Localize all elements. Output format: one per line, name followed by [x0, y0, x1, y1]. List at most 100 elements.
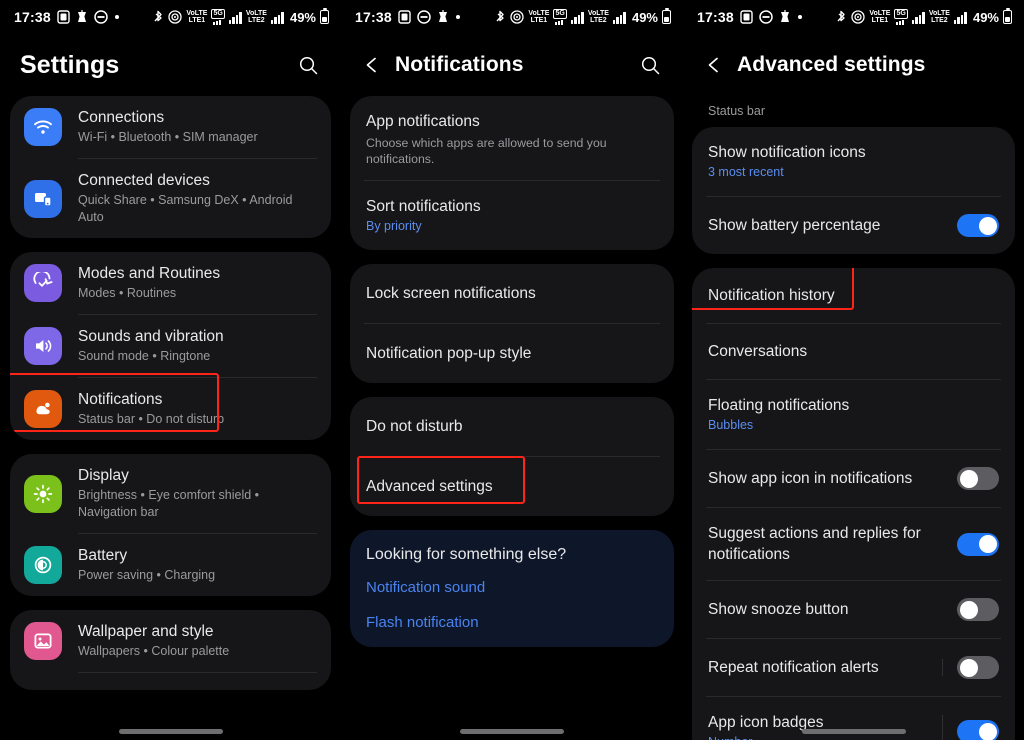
notif-item-sort-notifications[interactable]: Sort notifications By priority: [350, 181, 674, 250]
item-value: Bubbles: [708, 418, 754, 432]
app-notification-icon-2: [438, 10, 447, 22]
settings-item-battery[interactable]: Battery Power saving • Charging: [10, 534, 331, 596]
item-value: 3 most recent: [708, 165, 784, 179]
nav-home-indicator-2[interactable]: [341, 729, 683, 734]
modes-icon: [24, 264, 62, 302]
bluetooth-icon: [154, 10, 163, 21]
item-title: Connections: [78, 109, 165, 126]
item-title: Notification history: [708, 287, 835, 304]
adv-item-repeat-notification-alerts[interactable]: Repeat notification alerts: [692, 639, 1015, 696]
signal-bars-icon: [570, 11, 584, 24]
volte-icon: VoLTE LTE1: [869, 10, 890, 25]
nav-home-indicator-3[interactable]: [683, 729, 1024, 734]
adv-item-show-battery-percentage[interactable]: Show battery percentage: [692, 197, 1015, 254]
notif-item-do-not-disturb[interactable]: Do not disturb: [350, 397, 674, 456]
item-title: Notifications: [78, 391, 163, 408]
5g-label: 5G: [553, 9, 567, 19]
volte2-top-label: VoLTE: [245, 10, 267, 17]
page-title: Advanced settings: [737, 53, 926, 76]
item-title: Show notification icons: [708, 144, 866, 161]
battery-percent-label: 49%: [972, 9, 999, 25]
notif-item-advanced-settings[interactable]: Advanced settings: [350, 457, 674, 516]
status-bar-clock: 17:38: [355, 9, 392, 25]
battery-settings-icon: [24, 546, 62, 584]
promo-link-notification-sound[interactable]: Notification sound: [350, 570, 674, 605]
volte2-top-label: VoLTE: [587, 10, 609, 17]
toggle-repeat-notification-alerts[interactable]: [957, 656, 999, 679]
page-title: Notifications: [395, 53, 524, 76]
search-icon[interactable]: [633, 48, 667, 82]
battery-icon: [1003, 8, 1012, 24]
signal-bars-icon: [911, 11, 925, 24]
settings-item-sounds-and-vibration[interactable]: Sounds and vibration Sound mode • Ringto…: [10, 315, 331, 377]
advanced-group-status-bar: Show notification icons 3 most recent Sh…: [692, 127, 1015, 254]
battery-percent-label: 49%: [631, 9, 658, 25]
volte2-top-label: VoLTE: [928, 10, 950, 17]
volte-icon-2: VoLTE LTE2: [246, 10, 267, 25]
5g-label: 5G: [211, 9, 225, 19]
search-icon[interactable]: [291, 48, 325, 82]
item-subtitle: Sound mode • Ringtone: [78, 349, 211, 363]
nav-home-indicator-1[interactable]: [0, 729, 341, 734]
settings-item-display[interactable]: Display Brightness • Eye comfort shield …: [10, 454, 331, 533]
status-bar-right-1: VoLTE LTE1 5G VoLTE LTE2 49%: [153, 8, 329, 25]
notif-item-notification-popup-style[interactable]: Notification pop-up style: [350, 324, 674, 383]
divider: [78, 672, 317, 673]
item-title: Notification pop-up style: [366, 345, 532, 362]
volte-bottom-label: LTE1: [871, 17, 889, 24]
item-title: Advanced settings: [366, 478, 493, 495]
advanced-settings-list: Status bar Show notification icons 3 mos…: [683, 96, 1024, 740]
settings-item-connected-devices[interactable]: Connected devices Quick Share • Samsung …: [10, 159, 331, 238]
adv-item-show-app-icon-in-notifications[interactable]: Show app icon in notifications: [692, 450, 1015, 507]
status-bar-right-3: VoLTE LTE1 5G VoLTE LTE2 49%: [836, 8, 1012, 25]
item-subtitle: Wi-Fi • Bluetooth • SIM manager: [78, 130, 258, 144]
promo-link-flash-notification[interactable]: Flash notification: [350, 605, 674, 647]
5g-label: 5G: [894, 9, 908, 19]
item-title: Show snooze button: [708, 601, 849, 618]
item-title: Floating notifications: [708, 397, 850, 414]
adv-item-conversations[interactable]: Conversations: [692, 324, 1015, 379]
notifications-list: App notifications Choose which apps are …: [341, 96, 683, 740]
settings-list: Connections Wi-Fi • Bluetooth • SIM mana…: [0, 96, 341, 740]
battery-icon: [320, 8, 329, 24]
notif-item-lock-screen-notifications[interactable]: Lock screen notifications: [350, 264, 674, 323]
settings-item-connections[interactable]: Connections Wi-Fi • Bluetooth • SIM mana…: [10, 96, 331, 158]
settings-group-2: Modes and Routines Modes • Routines Soun…: [10, 252, 331, 440]
back-chevron-icon[interactable]: [357, 50, 387, 80]
item-title: Battery: [78, 547, 128, 564]
battery-icon: [662, 8, 671, 24]
status-bar-left-1: 17:38: [14, 9, 120, 25]
dot-indicator: [797, 15, 802, 19]
adv-item-show-notification-icons[interactable]: Show notification icons 3 most recent: [692, 127, 1015, 196]
volte-top-label: VoLTE: [186, 10, 208, 17]
adv-item-show-snooze-button[interactable]: Show snooze button: [692, 581, 1015, 638]
5g-icon: 5G: [553, 9, 567, 25]
notif-item-app-notifications[interactable]: App notifications Choose which apps are …: [350, 96, 674, 180]
nfc-icon: [851, 10, 865, 24]
item-title: Show app icon in notifications: [708, 470, 913, 487]
back-chevron-icon[interactable]: [699, 50, 729, 80]
adv-item-notification-history[interactable]: Notification history: [692, 268, 1015, 323]
status-bar-3: 17:38 VoLTE LTE1 5G VoLTE LTE2 49%: [683, 0, 1024, 34]
dot-indicator: [455, 15, 460, 19]
settings-item-wallpaper-and-style[interactable]: Wallpaper and style Wallpapers • Colour …: [10, 610, 331, 672]
devices-icon: [24, 179, 62, 218]
settings-item-notifications[interactable]: Notifications Status bar • Do not distur…: [10, 378, 331, 440]
toggle-show-app-icon-in-notifications[interactable]: [957, 467, 999, 490]
settings-item-modes-and-routines[interactable]: Modes and Routines Modes • Routines: [10, 252, 331, 314]
notifications-group-1: App notifications Choose which apps are …: [350, 96, 674, 250]
adv-item-suggest-actions-and-replies[interactable]: Suggest actions and replies for notifica…: [692, 508, 1015, 580]
settings-group-3: Display Brightness • Eye comfort shield …: [10, 454, 331, 596]
signal-bars-icon-2: [270, 11, 284, 24]
toggle-suggest-actions-and-replies[interactable]: [957, 532, 999, 556]
item-subtitle: Status bar • Do not disturb: [78, 412, 225, 426]
item-description: Choose which apps are allowed to send yo…: [366, 136, 607, 166]
volte-bottom-label: LTE1: [188, 17, 206, 24]
volte2-bottom-label: LTE2: [248, 17, 265, 24]
adv-item-floating-notifications[interactable]: Floating notifications Bubbles: [692, 380, 1015, 449]
notifications-group-3: Do not disturb Advanced settings: [350, 397, 674, 516]
battery-percent-label: 49%: [289, 9, 316, 25]
toggle-show-battery-percentage[interactable]: [957, 214, 999, 237]
volte2-bottom-label: LTE2: [590, 17, 607, 24]
toggle-show-snooze-button[interactable]: [957, 598, 999, 621]
